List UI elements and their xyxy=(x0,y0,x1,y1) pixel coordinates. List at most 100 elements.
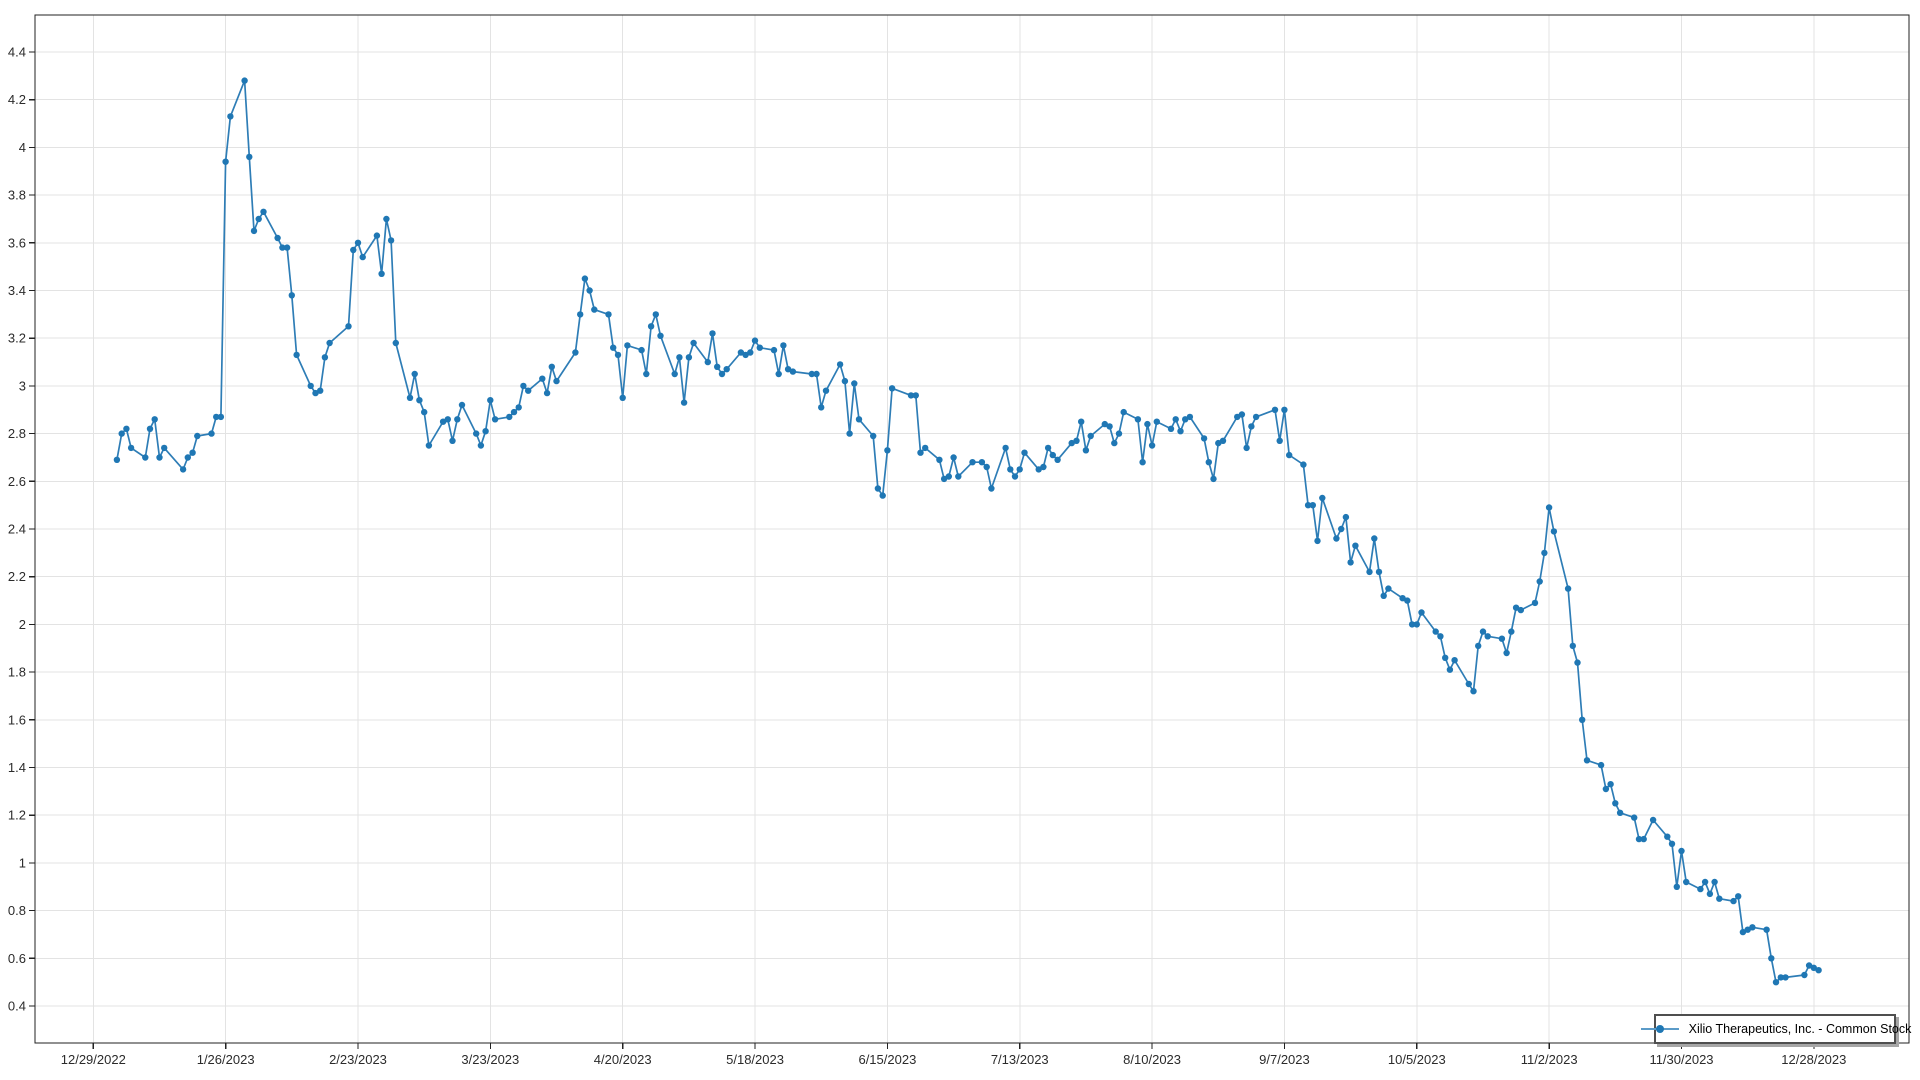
data-point-marker xyxy=(1045,445,1051,451)
y-axis-tick-label: 3.4 xyxy=(8,283,26,298)
x-axis-tick-label: 11/2/2023 xyxy=(1521,1052,1578,1067)
data-point-marker xyxy=(553,378,559,384)
data-point-marker xyxy=(1475,643,1481,649)
data-point-marker xyxy=(1768,955,1774,961)
data-point-marker xyxy=(1508,628,1514,634)
chart-window: 12/29/20221/26/20232/23/20233/23/20234/2… xyxy=(0,0,1920,1080)
data-point-marker xyxy=(875,485,881,491)
data-point-marker xyxy=(345,323,351,329)
data-point-marker xyxy=(1144,421,1150,427)
y-axis-tick-label: 2 xyxy=(19,617,26,632)
data-point-marker xyxy=(1149,442,1155,448)
data-point-marker xyxy=(1007,466,1013,472)
data-point-marker xyxy=(823,388,829,394)
data-point-marker xyxy=(884,447,890,453)
data-point-marker xyxy=(880,492,886,498)
data-point-marker xyxy=(1551,528,1557,534)
data-point-marker xyxy=(1366,569,1372,575)
data-point-marker xyxy=(1711,879,1717,885)
data-point-marker xyxy=(842,378,848,384)
data-point-marker xyxy=(478,442,484,448)
data-point-marker xyxy=(1173,416,1179,422)
legend[interactable]: Xilio Therapeutics, Inc. - Common Stock xyxy=(1654,1014,1896,1044)
data-point-marker xyxy=(218,414,224,420)
data-point-marker xyxy=(1617,810,1623,816)
data-point-marker xyxy=(525,388,531,394)
series-line-marker-icon xyxy=(1639,1023,1681,1035)
data-point-marker xyxy=(582,275,588,281)
data-point-marker xyxy=(1532,600,1538,606)
data-point-marker xyxy=(473,430,479,436)
data-point-marker xyxy=(846,430,852,436)
data-point-marker xyxy=(289,292,295,298)
data-point-marker xyxy=(1433,628,1439,634)
data-point-marker xyxy=(1404,597,1410,603)
data-point-marker xyxy=(1584,757,1590,763)
data-point-marker xyxy=(615,352,621,358)
data-point-marker xyxy=(955,473,961,479)
y-axis-tick-label: 0.4 xyxy=(8,999,26,1014)
data-point-marker xyxy=(407,395,413,401)
data-point-marker xyxy=(690,340,696,346)
y-axis-tick-label: 4 xyxy=(19,140,26,155)
data-point-marker xyxy=(544,390,550,396)
data-point-marker xyxy=(374,232,380,238)
data-point-marker xyxy=(1815,967,1821,973)
data-point-marker xyxy=(241,77,247,83)
data-point-marker xyxy=(1773,979,1779,985)
data-point-marker xyxy=(1499,636,1505,642)
data-point-marker xyxy=(1319,495,1325,501)
data-point-marker xyxy=(1154,419,1160,425)
data-point-marker xyxy=(227,113,233,119)
data-point-marker xyxy=(156,454,162,460)
data-point-marker xyxy=(1286,452,1292,458)
data-point-marker xyxy=(1376,569,1382,575)
x-axis-tick-label: 7/13/2023 xyxy=(991,1052,1049,1067)
data-point-marker xyxy=(1385,585,1391,591)
data-point-marker xyxy=(577,311,583,317)
data-point-marker xyxy=(1073,438,1079,444)
data-point-marker xyxy=(1040,464,1046,470)
data-point-marker xyxy=(1485,633,1491,639)
data-point-marker xyxy=(1206,459,1212,465)
x-axis-tick-label: 3/23/2023 xyxy=(461,1052,519,1067)
data-point-marker xyxy=(426,442,432,448)
y-axis-tick-label: 1 xyxy=(19,855,26,870)
stock-price-chart[interactable]: 12/29/20221/26/20232/23/20233/23/20234/2… xyxy=(0,0,1920,1080)
data-point-marker xyxy=(260,209,266,215)
data-point-marker xyxy=(1749,924,1755,930)
data-point-marker xyxy=(790,368,796,374)
data-point-marker xyxy=(355,240,361,246)
data-point-marker xyxy=(1537,578,1543,584)
data-point-marker xyxy=(1310,502,1316,508)
data-point-marker xyxy=(591,306,597,312)
data-point-marker xyxy=(724,366,730,372)
data-point-marker xyxy=(969,459,975,465)
data-point-marker xyxy=(1546,504,1552,510)
data-point-marker xyxy=(714,364,720,370)
y-axis-tick-label: 2.2 xyxy=(8,569,26,584)
data-point-marker xyxy=(1253,414,1259,420)
data-point-marker xyxy=(1414,621,1420,627)
data-point-marker xyxy=(1641,836,1647,842)
data-point-marker xyxy=(620,395,626,401)
data-point-marker xyxy=(648,323,654,329)
x-axis-tick-label: 9/7/2023 xyxy=(1259,1052,1310,1067)
data-point-marker xyxy=(516,404,522,410)
data-point-marker xyxy=(1139,459,1145,465)
y-axis-tick-label: 3.6 xyxy=(8,235,26,250)
data-point-marker xyxy=(757,345,763,351)
data-point-marker xyxy=(1187,414,1193,420)
data-point-marker xyxy=(709,330,715,336)
data-point-marker xyxy=(208,430,214,436)
y-axis-tick-label: 4.4 xyxy=(8,45,26,60)
data-point-marker xyxy=(378,271,384,277)
data-point-marker xyxy=(922,445,928,451)
data-point-marker xyxy=(719,371,725,377)
data-point-marker xyxy=(454,416,460,422)
data-point-marker xyxy=(119,430,125,436)
data-point-marker xyxy=(1083,447,1089,453)
y-axis-tick-label: 2.4 xyxy=(8,522,26,537)
data-point-marker xyxy=(421,409,427,415)
data-point-marker xyxy=(1598,762,1604,768)
